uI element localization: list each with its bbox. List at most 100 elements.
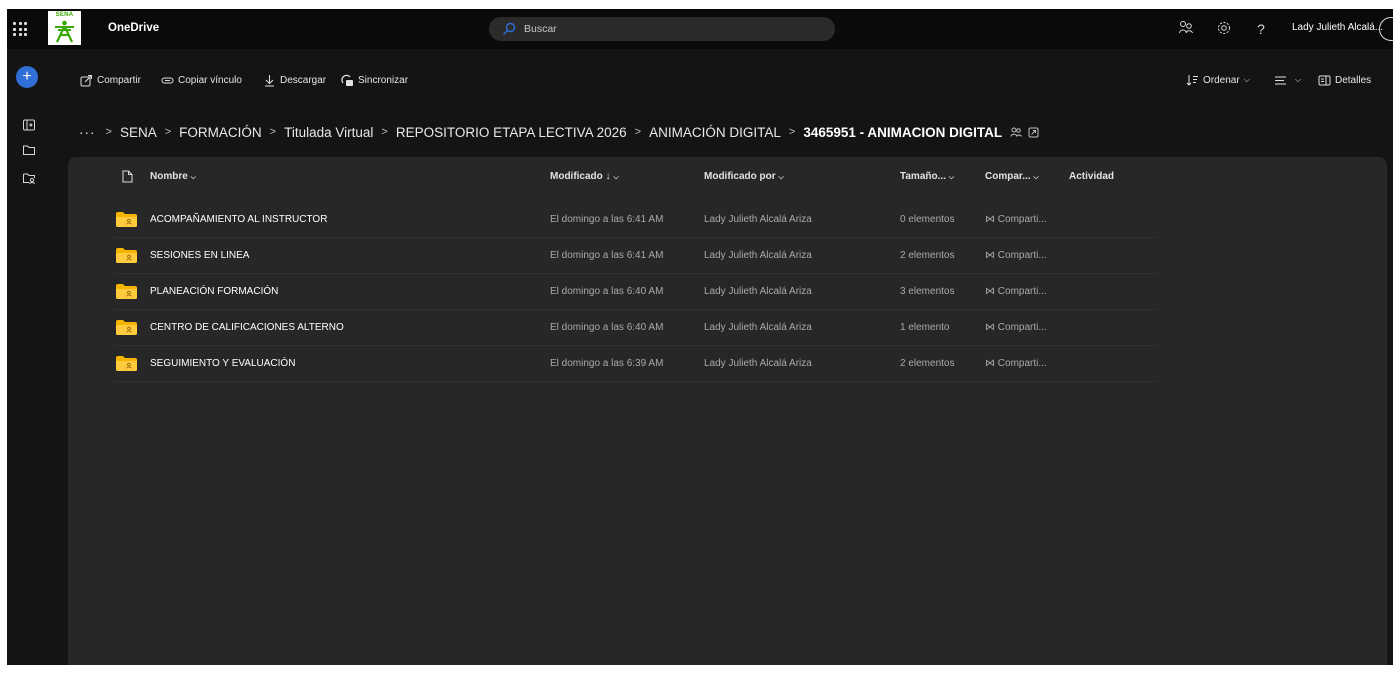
chevron-right-icon: > <box>634 126 642 138</box>
teams-channel-icon[interactable] <box>1028 127 1039 138</box>
sharing-status: ⋈ Comparti... <box>985 214 1047 225</box>
sharing-status: ⋈ Comparti... <box>985 358 1047 369</box>
modified-by: Lady Julieth Alcalá Ariza <box>704 358 812 369</box>
chevron-right-icon: > <box>164 126 172 138</box>
sync-icon <box>341 74 353 86</box>
people-icon: ⋈ <box>985 250 998 261</box>
shared-folder-icon[interactable] <box>22 171 36 185</box>
app-launcher-icon[interactable] <box>12 21 28 37</box>
file-type-icon <box>122 170 133 183</box>
chevron-right-icon: > <box>381 126 388 138</box>
breadcrumb-more[interactable]: ··· <box>79 125 96 140</box>
file-size: 3 elementos <box>900 286 955 297</box>
modified-date: El domingo a las 6:40 AM <box>550 286 664 297</box>
sharing-status: ⋈ Comparti... <box>985 286 1047 297</box>
breadcrumb-item[interactable]: ANIMACIÓN DIGITAL <box>649 125 781 140</box>
shared-people-icon[interactable] <box>1010 126 1023 138</box>
top-bar: SENA OneDrive Buscar ? Lady Julieth Alca… <box>7 9 1393 49</box>
table-row[interactable]: CENTRO DE CALIFICACIONES ALTERNO El domi… <box>113 310 1158 346</box>
chevron-down-icon: ⌵ <box>1243 75 1250 84</box>
column-header-modified-by[interactable]: Modificado por ⌵ <box>704 171 784 182</box>
download-command[interactable]: Descargar <box>263 71 326 89</box>
breadcrumb-item[interactable]: REPOSITORIO ETAPA LECTIVA 2026 <box>396 125 627 140</box>
download-icon <box>265 74 274 86</box>
file-size: 2 elementos <box>900 250 955 261</box>
column-header-modified[interactable]: Modificado ↓ ⌵ <box>550 171 619 182</box>
sort-command[interactable]: Ordenar ⌵ <box>1186 71 1250 89</box>
modified-date: El domingo a las 6:41 AM <box>550 214 664 225</box>
modified-by: Lady Julieth Alcalá Ariza <box>704 322 812 333</box>
search-box[interactable]: Buscar <box>489 17 835 41</box>
sharing-status: ⋈ Comparti... <box>985 250 1047 261</box>
share-people-icon[interactable] <box>1177 20 1195 38</box>
shared-folder-icon <box>116 320 137 335</box>
modified-date: El domingo a las 6:41 AM <box>550 250 664 261</box>
modified-by: Lady Julieth Alcalá Ariza <box>704 286 812 297</box>
sync-command[interactable]: Sincronizar <box>341 71 408 89</box>
column-header-activity[interactable]: Actividad <box>1069 171 1114 182</box>
chevron-right-icon: > <box>269 126 277 138</box>
modified-by: Lady Julieth Alcalá Ariza <box>704 214 812 225</box>
settings-gear-icon[interactable] <box>1215 20 1233 38</box>
people-icon: ⋈ <box>985 358 998 369</box>
details-command[interactable]: Detalles <box>1318 71 1371 89</box>
avatar[interactable] <box>1379 17 1393 41</box>
home-icon[interactable] <box>22 118 36 132</box>
column-header-sharing[interactable]: Compar... ⌵ <box>985 171 1039 182</box>
breadcrumb-item[interactable]: Titulada Virtual <box>284 125 373 140</box>
breadcrumb: ··· > SENA > FORMACIÓN > Titulada Virtua… <box>79 122 1039 142</box>
column-header-name[interactable]: Nombre ⌵ <box>150 171 196 182</box>
chevron-right-icon: > <box>105 126 112 138</box>
user-name[interactable]: Lady Julieth Alcalá... <box>1292 22 1383 33</box>
help-icon[interactable]: ? <box>1252 20 1270 38</box>
sort-icon <box>1186 74 1198 86</box>
chevron-down-icon: ⌵ <box>948 174 955 181</box>
file-name[interactable]: ACOMPAÑAMIENTO AL INSTRUCTOR <box>150 214 327 225</box>
folder-icon[interactable] <box>22 143 36 157</box>
sena-logo[interactable]: SENA <box>48 11 81 45</box>
file-list-header: Nombre ⌵ Modificado ↓ ⌵ Modificado por ⌵… <box>68 157 1387 197</box>
modified-by: Lady Julieth Alcalá Ariza <box>704 250 812 261</box>
share-command[interactable]: Compartir <box>80 71 141 89</box>
list-view-icon <box>1275 76 1286 84</box>
table-row[interactable]: PLANEACIÓN FORMACIÓN El domingo a las 6:… <box>113 274 1158 310</box>
table-row[interactable]: SEGUIMIENTO Y EVALUACIÓN El domingo a la… <box>113 346 1158 382</box>
file-size: 2 elementos <box>900 358 955 369</box>
shared-folder-icon <box>116 248 137 263</box>
breadcrumb-item[interactable]: FORMACIÓN <box>179 125 262 140</box>
shared-folder-icon <box>116 356 137 371</box>
view-options-command[interactable]: ⌵ <box>1274 71 1301 89</box>
left-rail: + <box>7 49 57 665</box>
file-list: Nombre ⌵ Modificado ↓ ⌵ Modificado por ⌵… <box>68 157 1387 665</box>
table-row[interactable]: SESIONES EN LINEA El domingo a las 6:41 … <box>113 238 1158 274</box>
app-title[interactable]: OneDrive <box>108 22 159 34</box>
chevron-down-icon: ⌵ <box>190 174 196 181</box>
details-pane-icon <box>1318 75 1331 85</box>
file-size: 1 elemento <box>900 322 950 333</box>
column-header-size[interactable]: Tamaño... ⌵ <box>900 171 954 182</box>
chevron-right-icon: > <box>788 126 796 138</box>
copy-link-command[interactable]: Copiar vínculo <box>161 71 242 89</box>
file-name[interactable]: CENTRO DE CALIFICACIONES ALTERNO <box>150 322 344 333</box>
modified-date: El domingo a las 6:39 AM <box>550 358 664 369</box>
chevron-down-icon: ⌵ <box>1295 75 1302 84</box>
file-name[interactable]: SEGUIMIENTO Y EVALUACIÓN <box>150 358 295 369</box>
people-icon: ⋈ <box>985 322 998 333</box>
breadcrumb-item[interactable]: SENA <box>120 125 157 140</box>
modified-date: El domingo a las 6:40 AM <box>550 322 664 333</box>
shared-folder-icon <box>116 212 137 227</box>
file-name[interactable]: PLANEACIÓN FORMACIÓN <box>150 286 278 297</box>
link-icon <box>161 77 174 83</box>
create-new-button[interactable]: + <box>16 66 38 88</box>
search-placeholder: Buscar <box>524 23 557 35</box>
breadcrumb-current: 3465951 - ANIMACION DIGITAL <box>803 124 1003 140</box>
file-name[interactable]: SESIONES EN LINEA <box>150 250 249 261</box>
people-icon: ⋈ <box>985 286 998 297</box>
search-icon <box>503 22 516 35</box>
share-icon <box>80 74 92 86</box>
shared-folder-icon <box>116 284 137 299</box>
onedrive-window: SENA OneDrive Buscar ? Lady Julieth Alca… <box>7 9 1393 665</box>
people-icon: ⋈ <box>985 214 998 225</box>
file-size: 0 elementos <box>900 214 955 225</box>
table-row[interactable]: ACOMPAÑAMIENTO AL INSTRUCTOR El domingo … <box>113 202 1158 238</box>
